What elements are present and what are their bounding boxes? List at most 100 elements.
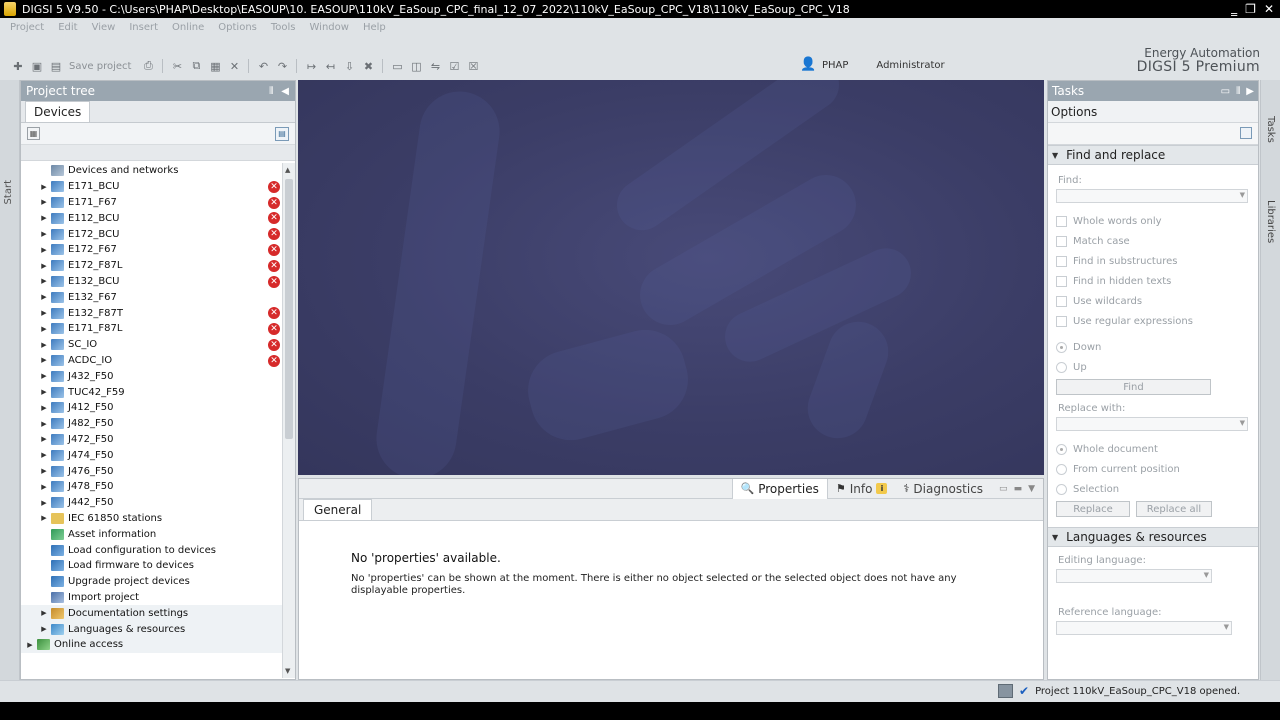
menu-tools[interactable]: Tools xyxy=(271,22,296,33)
libraries-side-tab[interactable]: Libraries xyxy=(1265,200,1276,243)
overview-icon[interactable]: ▤ xyxy=(275,127,289,141)
restore-icon[interactable]: ▭ xyxy=(999,484,1008,494)
new-project-icon[interactable]: ✚ xyxy=(10,58,26,74)
tree-item[interactable]: ▶ J442_F50 xyxy=(21,495,283,511)
radio-whole-document[interactable]: Whole document xyxy=(1056,439,1248,459)
tab-info[interactable]: ⚑ Info i xyxy=(828,479,896,499)
options-layout-icon[interactable] xyxy=(1240,127,1252,139)
delete-icon[interactable]: ✕ xyxy=(226,58,242,74)
tab-devices[interactable]: Devices xyxy=(25,101,91,122)
go-offline-icon[interactable]: ↤ xyxy=(322,58,338,74)
tree-item[interactable]: ▶ J412_F50 xyxy=(21,400,283,416)
menu-options[interactable]: Options xyxy=(218,22,257,33)
expand-arrow-icon[interactable]: ▶ xyxy=(39,356,49,364)
tasks-collapse-icon[interactable]: ▶ xyxy=(1246,86,1254,97)
expand-arrow-icon[interactable]: ▶ xyxy=(39,246,49,254)
tree-item[interactable]: ▶ SC_IO ✕ xyxy=(21,337,283,353)
tree-item[interactable]: ▶ E132_F67 xyxy=(21,289,283,305)
checkbox-find-substructures[interactable]: Find in substructures xyxy=(1056,251,1248,271)
maximize-button[interactable]: ❐ xyxy=(1245,2,1256,16)
expand-arrow-icon[interactable]: ▶ xyxy=(39,293,49,301)
replace-input[interactable]: ▼ xyxy=(1056,417,1248,431)
tree-item[interactable]: ▶ IEC 61850 stations xyxy=(21,511,283,527)
replace-button[interactable]: Replace xyxy=(1056,501,1130,517)
pin-icon[interactable]: ⫴ xyxy=(269,86,273,97)
find-button[interactable]: Find xyxy=(1056,379,1211,395)
go-online-icon[interactable]: ↦ xyxy=(303,58,319,74)
tree-item[interactable]: ▶ E171_BCU ✕ xyxy=(21,179,283,195)
cancel-icon[interactable]: ✖ xyxy=(360,58,376,74)
tree-item[interactable]: ▶ E171_F87L ✕ xyxy=(21,321,283,337)
tree-item[interactable]: ▶ TUC42_F59 xyxy=(21,384,283,400)
expand-arrow-icon[interactable]: ▶ xyxy=(39,514,49,522)
compare-icon[interactable]: ⇋ xyxy=(427,58,443,74)
expand-arrow-icon[interactable]: ▶ xyxy=(39,467,49,475)
languages-section[interactable]: ▼ Languages & resources xyxy=(1048,527,1258,547)
tree-item[interactable]: Load firmware to devices xyxy=(21,558,283,574)
checkbox-find-hidden[interactable]: Find in hidden texts xyxy=(1056,271,1248,291)
close-all-icon[interactable]: ☒ xyxy=(465,58,481,74)
tasks-side-tab[interactable]: Tasks xyxy=(1265,116,1276,143)
close-button[interactable]: ✕ xyxy=(1264,2,1274,16)
tree-item[interactable]: ▶ E132_F87T ✕ xyxy=(21,305,283,321)
expand-arrow-icon[interactable]: ▶ xyxy=(39,230,49,238)
print-icon[interactable]: ⎙ xyxy=(140,58,156,74)
tree-item[interactable]: ▶ J432_F50 xyxy=(21,368,283,384)
tab-general[interactable]: General xyxy=(303,499,373,520)
expand-arrow-icon[interactable]: ▶ xyxy=(39,625,49,633)
check-icon[interactable]: ☑ xyxy=(446,58,462,74)
expand-arrow-icon[interactable]: ▶ xyxy=(39,309,49,317)
minimize-button[interactable]: ‗ xyxy=(1231,2,1237,16)
expand-arrow-icon[interactable]: ▶ xyxy=(25,641,35,649)
expand-arrow-icon[interactable]: ▶ xyxy=(39,420,49,428)
expand-arrow-icon[interactable]: ▶ xyxy=(39,388,49,396)
radio-up[interactable]: Up xyxy=(1056,357,1248,377)
tree-item[interactable]: ▶ E172_F67 ✕ xyxy=(21,242,283,258)
expand-arrow-icon[interactable]: ▶ xyxy=(39,372,49,380)
expand-arrow-icon[interactable]: ▶ xyxy=(39,483,49,491)
open-project-icon[interactable]: ▣ xyxy=(29,58,45,74)
tree-item[interactable]: ▶ ACDC_IO ✕ xyxy=(21,353,283,369)
save-project-button[interactable]: Save project xyxy=(69,61,131,72)
expand-arrow-icon[interactable]: ▶ xyxy=(39,198,49,206)
tree-item[interactable]: ▶ E171_F67 ✕ xyxy=(21,195,283,211)
menu-view[interactable]: View xyxy=(92,22,116,33)
editing-language-select[interactable]: ▼ xyxy=(1056,569,1212,583)
redo-icon[interactable]: ↷ xyxy=(274,58,290,74)
tree-options-icon[interactable]: ▦ xyxy=(27,127,40,140)
tree-item[interactable]: ▶ J474_F50 xyxy=(21,447,283,463)
tree-item[interactable]: ▶ J482_F50 xyxy=(21,416,283,432)
tree-item[interactable]: Upgrade project devices xyxy=(21,574,283,590)
tree-item[interactable]: ▶ Documentation settings xyxy=(21,605,283,622)
tree-item[interactable]: ▶ Online access xyxy=(21,636,283,653)
download-icon[interactable]: ⇩ xyxy=(341,58,357,74)
tree-item[interactable]: Devices and networks xyxy=(21,163,283,179)
radio-current-position[interactable]: From current position xyxy=(1056,459,1248,479)
checkbox-whole-words[interactable]: Whole words only xyxy=(1056,211,1248,231)
split-horizontal-icon[interactable]: ▭ xyxy=(389,58,405,74)
tree-item[interactable]: ▶ E112_BCU ✕ xyxy=(21,210,283,226)
menu-edit[interactable]: Edit xyxy=(58,22,77,33)
menu-project[interactable]: Project xyxy=(10,22,44,33)
find-input[interactable]: ▼ xyxy=(1056,189,1248,203)
replace-all-button[interactable]: Replace all xyxy=(1136,501,1212,517)
reference-language-select[interactable]: ▼ xyxy=(1056,621,1232,635)
tree-item[interactable]: ▶ J476_F50 xyxy=(21,463,283,479)
undo-icon[interactable]: ↶ xyxy=(255,58,271,74)
checkbox-match-case[interactable]: Match case xyxy=(1056,231,1248,251)
paste-icon[interactable]: ▦ xyxy=(207,58,223,74)
tree-item[interactable]: ▶ E172_BCU ✕ xyxy=(21,226,283,242)
expand-arrow-icon[interactable]: ▶ xyxy=(39,609,49,617)
tree-item[interactable]: ▶ E132_BCU ✕ xyxy=(21,274,283,290)
tree-item[interactable]: Import project xyxy=(21,590,283,606)
radio-selection[interactable]: Selection xyxy=(1056,479,1248,499)
tasks-restore-icon[interactable]: ▭ xyxy=(1221,86,1230,97)
start-tab[interactable]: Start xyxy=(3,180,14,204)
radio-down[interactable]: Down xyxy=(1056,337,1248,357)
checkbox-regex[interactable]: Use regular expressions xyxy=(1056,311,1248,331)
tree-item[interactable]: ▶ Languages & resources xyxy=(21,621,283,637)
maximize-icon[interactable]: ▬ xyxy=(1014,484,1023,494)
menu-help[interactable]: Help xyxy=(363,22,386,33)
find-replace-section[interactable]: ▼ Find and replace xyxy=(1048,145,1258,165)
tree-scrollbar[interactable]: ▲ ▼ xyxy=(282,163,295,678)
